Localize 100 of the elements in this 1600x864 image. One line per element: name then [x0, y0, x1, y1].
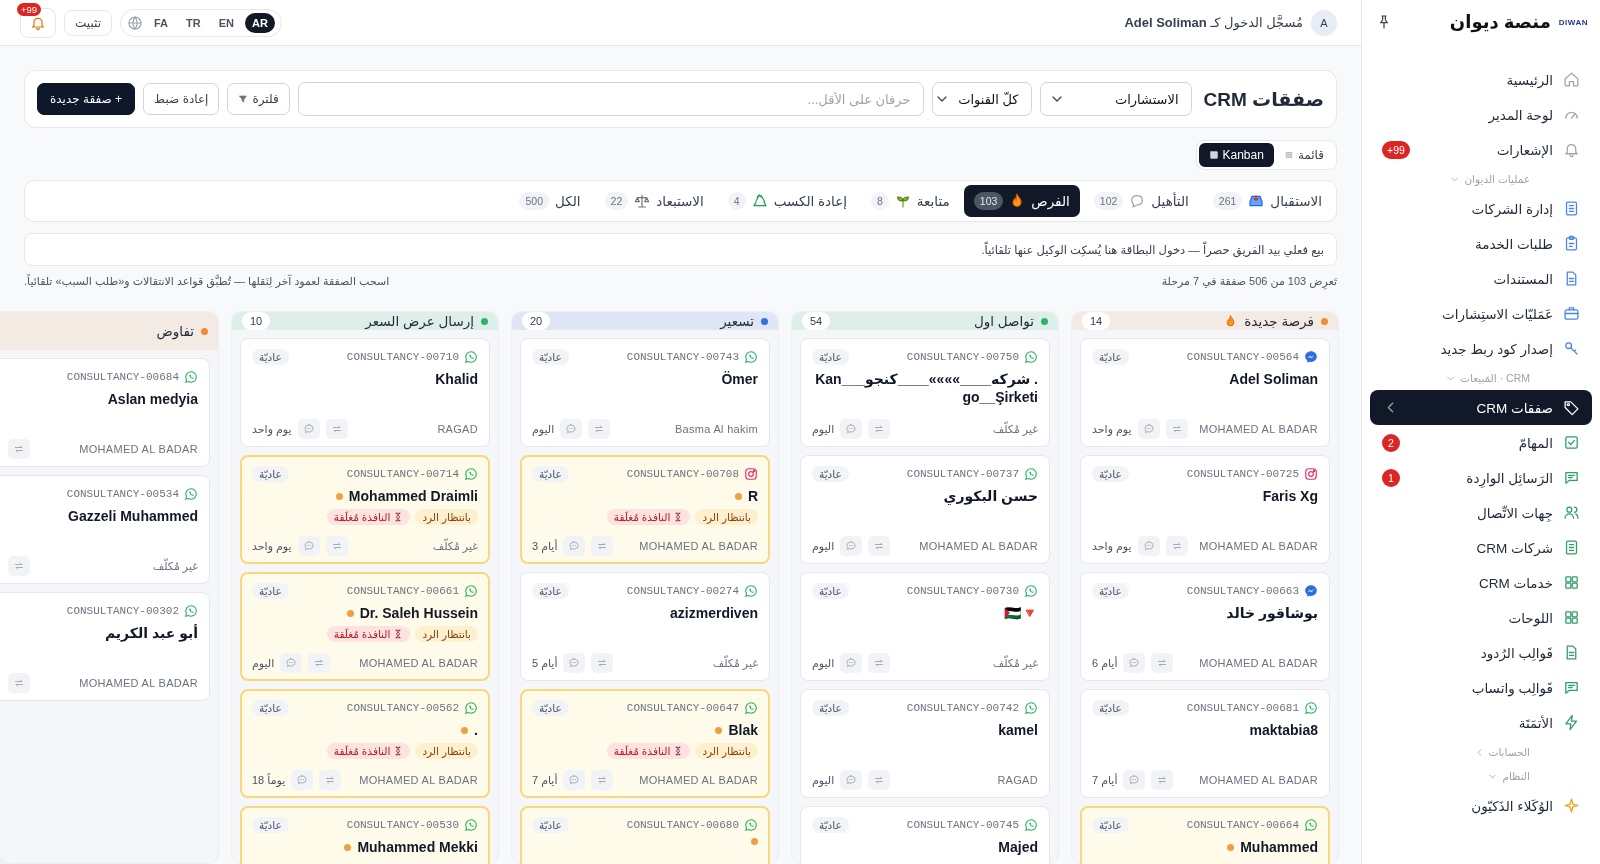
- contact-name: .: [474, 721, 478, 739]
- deal-id: CONSULTANCY-00714: [345, 468, 459, 480]
- priority-label: عاديّة: [252, 700, 289, 716]
- count-badge: 2: [1382, 433, 1400, 452]
- language-option[interactable]: FA: [147, 12, 176, 33]
- page-title: صفقات CRM: [1203, 87, 1324, 111]
- pin-button[interactable]: تثبيت: [64, 9, 112, 36]
- deal-id: CONSULTANCY-00664: [1185, 819, 1299, 831]
- contact-name: Adel Soliman: [1229, 370, 1318, 388]
- owner-name: MOHAMED AL BADAR: [918, 540, 1038, 552]
- column-title: تسعير: [720, 313, 754, 329]
- status-tag: بانتظار الرد: [415, 626, 478, 642]
- nav-item[interactable]: قَوالِب واتساب: [1370, 670, 1592, 705]
- age-text: يوم واحد: [1092, 539, 1132, 553]
- status-tag: النافذة مُغلَقة: [606, 743, 691, 759]
- age-text: يوم واحد: [1092, 422, 1132, 436]
- contact-name: Muhammed: [1240, 838, 1318, 856]
- nav-item[interactable]: إدارة الشركات: [1370, 191, 1592, 226]
- nav-item[interactable]: إصدار كود ربط جديد: [1370, 331, 1592, 366]
- language-option[interactable]: AR: [245, 12, 275, 33]
- count-badge: 4: [727, 192, 746, 210]
- priority-label: عاديّة: [532, 817, 569, 833]
- view-option[interactable]: Kanban: [1198, 143, 1274, 167]
- nav-item[interactable]: شركات CRM: [1370, 530, 1592, 565]
- count-badge: 54: [802, 312, 831, 330]
- count-badge: 8: [871, 192, 889, 210]
- count-badge: 10: [242, 312, 271, 330]
- priority-label: عاديّة: [1092, 817, 1129, 833]
- count-badge: 14: [1082, 312, 1111, 330]
- age-text: يوم واحد: [252, 422, 292, 436]
- owner-name: MOHAMED AL BADAR: [1198, 657, 1318, 669]
- contact-name: 🇵🇸🔻: [1004, 604, 1038, 622]
- deal-id: CONSULTANCY-00725: [1185, 468, 1299, 480]
- owner-name: MOHAMED AL BADAR: [358, 657, 478, 669]
- priority-label: عاديّة: [252, 583, 289, 599]
- age-text: أيام 7: [532, 773, 558, 787]
- count-badge: 103: [973, 192, 1004, 210]
- channel-select[interactable]: كلّ القنوات: [931, 82, 1032, 116]
- filter-button[interactable]: فلترة: [227, 83, 290, 115]
- info-banner: بيع فعلي بيد الفريق حصراً — دخول البطاقة هنا يُسكِت الوكيل عنها تلقائياً.: [24, 233, 1337, 266]
- avatar: A: [1311, 9, 1337, 36]
- owner-name: MOHAMED AL BADAR: [358, 774, 478, 786]
- brand-title: منصة ديوان: [1448, 11, 1551, 33]
- contact-name: Dr. Saleh Hussein: [359, 604, 478, 622]
- status-tag: النافذة مُغلَقة: [326, 509, 411, 525]
- owner-name: غير مُكلّف: [431, 539, 478, 553]
- deal-id: CONSULTANCY-00661: [345, 585, 459, 597]
- count-badge: 261: [1212, 192, 1243, 210]
- reset-button[interactable]: إعادة ضبط: [143, 83, 220, 115]
- view-option[interactable]: قائمة: [1273, 143, 1334, 167]
- owner-name: غير مُكلّف: [991, 422, 1038, 436]
- contact-name: Ömer: [721, 370, 758, 388]
- language-option[interactable]: EN: [211, 12, 241, 33]
- age-text: اليوم: [812, 773, 835, 787]
- nav-item[interactable]: الوُكَلاء الذَكيّون: [1370, 788, 1592, 823]
- owner-name: غير مُكلّف: [711, 656, 758, 670]
- service-select[interactable]: الاستشارات: [1039, 82, 1192, 116]
- status-tag: بانتظار الرد: [415, 509, 478, 525]
- contact-name: R: [747, 487, 758, 505]
- nav-item[interactable]: عَمَليّات الاستِشارات: [1370, 296, 1592, 331]
- count-badge: +99: [1382, 140, 1410, 159]
- nav-item[interactable]: صفقات CRM: [1370, 390, 1592, 425]
- deal-id: CONSULTANCY-00750: [905, 351, 1019, 363]
- priority-label: عاديّة: [812, 817, 849, 833]
- contact-name: حسن البكوري: [943, 487, 1038, 505]
- status-tag: بانتظار الرد: [695, 743, 758, 759]
- nav-item[interactable]: اللوحات: [1370, 600, 1592, 635]
- language-option[interactable]: TR: [179, 12, 208, 33]
- nav-item[interactable]: الأتمَتَة: [1370, 705, 1592, 740]
- search-field[interactable]: حرفان على الأقل...: [297, 82, 924, 116]
- count-badge: 22: [604, 192, 629, 210]
- nav-item[interactable]: خدمات CRM: [1370, 565, 1592, 600]
- nav-item[interactable]: قَوالِب الرُدود: [1370, 635, 1592, 670]
- contact-name: azizmerdiven: [670, 604, 758, 622]
- nav-item[interactable]: الرئيسية: [1370, 62, 1592, 97]
- priority-label: عاديّة: [532, 583, 569, 599]
- priority-label: عاديّة: [812, 466, 849, 482]
- count-badge: 102: [1093, 192, 1124, 210]
- column-title: فرصة جديدة: [1244, 313, 1314, 329]
- age-text: أيام 5: [532, 656, 558, 670]
- nav-item[interactable]: جِهات الاتِّصال: [1370, 495, 1592, 530]
- count-badge: +99: [16, 2, 41, 16]
- status-tag: بانتظار الرد: [695, 509, 758, 525]
- deal-card[interactable]: CONSULTANCY-00684 Aslan medyia MOHAMED AL BADAR: [0, 358, 210, 467]
- owner-name: MOHAMED AL BADAR: [638, 774, 758, 786]
- owner-name: MOHAMED AL BADAR: [78, 677, 198, 689]
- nav-item[interactable]: المستندات: [1370, 261, 1592, 296]
- nav-item[interactable]: لوحة المدير: [1370, 97, 1592, 132]
- priority-label: عاديّة: [1092, 583, 1129, 599]
- deal-id: CONSULTANCY-00684: [65, 371, 179, 383]
- status-tag: بانتظار الرد: [415, 743, 478, 759]
- owner-name: MOHAMED AL BADAR: [78, 443, 198, 455]
- age-text: اليوم: [812, 539, 835, 553]
- priority-label: عاديّة: [1092, 700, 1129, 716]
- status-tag: النافذة مُغلَقة: [326, 626, 411, 642]
- nav-item[interactable]: طلبات الخدمة: [1370, 226, 1592, 261]
- new-deal-button[interactable]: + صفقة جديدة: [37, 83, 136, 115]
- age-text: يوم واحد: [252, 539, 292, 553]
- age-text: يوماً 18: [252, 773, 286, 787]
- owner-name: Basma Al hakim: [673, 423, 758, 435]
